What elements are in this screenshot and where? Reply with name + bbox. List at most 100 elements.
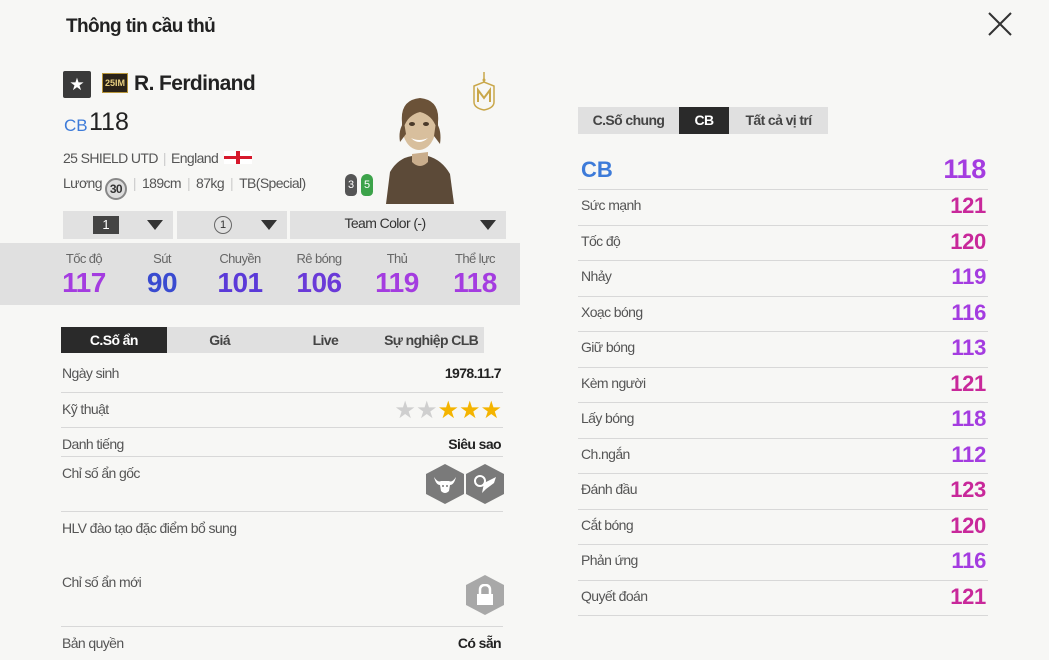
- right-foot-icon: 5: [361, 174, 373, 196]
- tab-all-positions[interactable]: Tất cả vị trí: [729, 107, 828, 134]
- weight-value: 87kg: [196, 175, 225, 191]
- reputation-value: Siêu sao: [448, 436, 501, 452]
- hidden-traits-row: Chỉ số ẩn gốc: [61, 457, 504, 512]
- attribute-row: Cắt bóng 120: [578, 510, 988, 545]
- main-stat-physical: Thể lực 118: [445, 251, 505, 299]
- main-stat-dribbling: Rê bóng 106: [289, 251, 349, 299]
- nation-name: England: [170, 150, 219, 166]
- attribute-label: Đánh đầu: [581, 481, 638, 497]
- reputation-label: Danh tiếng: [62, 436, 124, 452]
- detail-tabs: C.Số ẩn Giá Live Sự nghiệp CLB: [61, 327, 484, 353]
- favorite-star-icon[interactable]: ★: [63, 71, 91, 98]
- new-hidden-row: Chỉ số ẩn mới: [61, 566, 504, 627]
- skill-dropdown[interactable]: 1: [177, 211, 287, 239]
- trait-bull-icon[interactable]: [426, 464, 464, 504]
- tab-live[interactable]: Live: [273, 327, 379, 353]
- attribute-row: Kèm người 121: [578, 368, 988, 403]
- attribute-label: Cắt bóng: [581, 516, 634, 533]
- player-photo: [386, 98, 454, 204]
- attribute-row: Nhảy 119: [578, 261, 988, 297]
- attribute-value: 113: [951, 335, 986, 360]
- main-stat-label: Sút: [153, 251, 171, 266]
- attribute-value: 119: [951, 264, 986, 289]
- close-button[interactable]: [984, 8, 1016, 40]
- main-stat-label: Rê bóng: [296, 251, 343, 266]
- main-stats-strip: Tốc độ 117 Sút 90 Chuyền 101 Rê bóng 106…: [0, 243, 520, 305]
- attribute-value: 116: [951, 299, 986, 325]
- attribute-value: 112: [951, 441, 986, 467]
- license-label: Bản quyền: [62, 635, 124, 651]
- level-value: 1: [93, 216, 119, 234]
- star-empty-icon: ★: [394, 397, 416, 424]
- tab-price[interactable]: Giá: [167, 327, 273, 353]
- star-filled-icon: ★: [437, 397, 459, 424]
- main-stat-label: Tốc độ: [65, 251, 103, 266]
- left-foot-icon: 3: [345, 174, 357, 196]
- trait-tackle-icon[interactable]: [466, 464, 504, 504]
- position-rating-row: CB 118: [578, 150, 988, 190]
- attribute-value: 120: [950, 228, 986, 254]
- position-rating-label: CB: [581, 157, 613, 182]
- chevron-down-icon: [261, 220, 277, 230]
- england-flag-icon: [224, 151, 253, 164]
- club-name: 25 SHIELD UTD: [63, 150, 159, 166]
- attribute-label: Quyết đoán: [581, 587, 648, 604]
- attribute-value: 121: [950, 583, 986, 609]
- level-dropdown[interactable]: 1: [63, 211, 173, 239]
- main-stat-value: 117: [62, 267, 106, 298]
- page-title: Thông tin cầu thủ: [66, 16, 216, 37]
- attribute-value: 123: [950, 477, 986, 502]
- tab-club-career[interactable]: Sự nghiệp CLB: [378, 327, 484, 353]
- lock-icon[interactable]: [466, 575, 504, 615]
- attribute-label: Ch.ngắn: [581, 445, 630, 462]
- attribute-value: 120: [950, 512, 986, 538]
- attribute-value: 121: [950, 370, 986, 396]
- salary-label: Lương: [63, 175, 103, 191]
- main-stat-value: 119: [375, 267, 419, 298]
- attribute-row: Sức mạnh 121: [578, 190, 988, 226]
- attribute-row: Đánh đầu 123: [578, 474, 988, 510]
- team-color-dropdown[interactable]: Team Color (-): [290, 211, 506, 239]
- skill-value: 1: [214, 216, 232, 234]
- trainer-label: HLV đào tạo đặc điểm bổ sung: [62, 520, 237, 536]
- position-ovr: 118: [89, 108, 129, 136]
- attribute-label: Nhảy: [581, 268, 612, 284]
- main-stat-value: 106: [296, 267, 342, 298]
- skill-stars: ★★★★★: [394, 399, 502, 423]
- main-stat-label: Thể lực: [455, 251, 496, 266]
- attribute-label: Kèm người: [581, 374, 646, 391]
- attribute-row: Giữ bóng 113: [578, 332, 988, 368]
- season-badge: 25IM: [102, 73, 128, 93]
- position-rating-value: 118: [943, 154, 986, 184]
- main-stat-shooting: Sút 90: [132, 251, 192, 299]
- skill-row: Kỹ thuật ★★★★★: [61, 393, 503, 428]
- trainer-row: HLV đào tạo đặc điểm bổ sung: [61, 512, 503, 566]
- attribute-value: 116: [951, 548, 986, 573]
- attribute-row: Ch.ngắn 112: [578, 439, 988, 474]
- attribute-value: 121: [950, 193, 986, 218]
- body-type-value: TB(Special): [239, 175, 306, 191]
- main-stat-value: 118: [453, 267, 497, 298]
- attribute-row: Xoạc bóng 116: [578, 297, 988, 332]
- tab-hidden-stats[interactable]: C.Số ẩn: [61, 327, 167, 353]
- main-stat-value: 101: [217, 267, 263, 298]
- attribute-label: Giữ bóng: [581, 339, 635, 355]
- reputation-row: Danh tiếng Siêu sao: [61, 428, 503, 457]
- player-name: R. Ferdinand: [134, 72, 256, 95]
- birth-value: 1978.11.7: [444, 365, 502, 381]
- attribute-row: Phản ứng 116: [578, 545, 988, 581]
- player-info-line: Lương 30 | 189cm | 87kg | TB(Special): [63, 175, 306, 200]
- close-icon[interactable]: [984, 8, 1016, 40]
- main-stat-defending: Thủ 119: [367, 251, 427, 299]
- attribute-label: Phản ứng: [581, 552, 638, 568]
- hidden-traits-label: Chỉ số ẩn gốc: [62, 465, 140, 481]
- skill-label: Kỹ thuật: [62, 401, 109, 417]
- tab-position-cb[interactable]: CB: [679, 107, 729, 134]
- position-tabs: C.Số chung CB Tất cả vị trí: [578, 107, 828, 134]
- position-label: CB: [64, 116, 88, 135]
- tab-general-stats[interactable]: C.Số chung: [578, 107, 679, 134]
- star-filled-icon: ★: [480, 397, 502, 424]
- license-value: Có sẵn: [457, 635, 502, 651]
- new-hidden-label: Chỉ số ẩn mới: [62, 574, 142, 590]
- attribute-label: Xoạc bóng: [581, 303, 643, 320]
